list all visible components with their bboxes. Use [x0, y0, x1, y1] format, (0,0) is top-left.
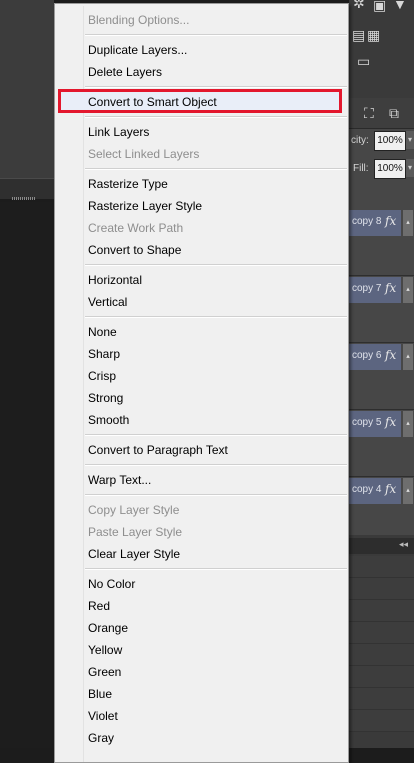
fx-icon[interactable]: fx [385, 348, 396, 362]
menu-item-duplicate-layers[interactable]: Duplicate Layers... [88, 39, 187, 61]
mask-icon[interactable]: ▭ [357, 54, 370, 68]
panel-row [349, 600, 414, 622]
layer-filter-bar: ⛶ ⧉ [349, 98, 414, 129]
layer-chip: copy 4 fx [349, 478, 401, 504]
menu-item-blending-options[interactable]: Blending Options... [88, 9, 189, 31]
opacity-field[interactable]: 100% [374, 131, 406, 151]
menu-item-blue[interactable]: Blue [88, 683, 112, 705]
menu-item-aa-strong[interactable]: Strong [88, 387, 123, 409]
levels-icon[interactable]: ▤ [352, 28, 365, 42]
menu-gutter [83, 6, 84, 762]
panel-header: ◂◂ [349, 538, 414, 554]
menu-item-clear-layer-style[interactable]: Clear Layer Style [88, 543, 180, 565]
triangle-down-icon[interactable]: ▼ [393, 0, 407, 11]
layer-row[interactable]: copy 7 fx ▴ [349, 277, 414, 343]
panel-row [349, 666, 414, 688]
artboard-icon[interactable]: ⧉ [389, 106, 399, 120]
panel-row [349, 622, 414, 644]
layer-row[interactable]: copy 5 fx ▴ [349, 411, 414, 477]
menu-item-create-work-path[interactable]: Create Work Path [88, 217, 183, 239]
menu-separator [85, 116, 347, 118]
panel-row [349, 710, 414, 732]
fill-label: Fill: [353, 163, 369, 174]
layer-chip: copy 7 fx [349, 277, 401, 303]
menu-item-rasterize-type[interactable]: Rasterize Type [88, 173, 168, 195]
layer-chip: copy 8 fx [349, 210, 401, 236]
menu-separator [85, 434, 347, 436]
fx-icon[interactable]: fx [385, 281, 396, 295]
opacity-label: city: [351, 135, 369, 146]
menu-item-paste-layer-style[interactable]: Paste Layer Style [88, 521, 182, 543]
menu-item-delete-layers[interactable]: Delete Layers [88, 61, 162, 83]
menu-item-red[interactable]: Red [88, 595, 110, 617]
layer-name: copy 6 [352, 350, 382, 361]
chevron-down-icon[interactable]: ▾ [406, 159, 414, 177]
menu-separator [85, 34, 347, 36]
menu-item-aa-sharp[interactable]: Sharp [88, 343, 120, 365]
menu-item-green[interactable]: Green [88, 661, 121, 683]
menu-item-convert-to-paragraph-text[interactable]: Convert to Paragraph Text [88, 439, 228, 461]
menu-item-aa-crisp[interactable]: Crisp [88, 365, 116, 387]
menu-item-convert-to-smart-object[interactable]: Convert to Smart Object [88, 91, 217, 113]
camera-icon[interactable]: ▣ [373, 0, 386, 12]
brightness-icon[interactable]: ✲ [353, 0, 365, 10]
menu-item-orange[interactable]: Orange [88, 617, 128, 639]
canvas-area [0, 202, 54, 748]
menu-item-violet[interactable]: Violet [88, 705, 118, 727]
grid-icon[interactable]: ▦ [367, 28, 380, 42]
menu-separator [85, 494, 347, 496]
layer-name: copy 8 [352, 216, 382, 227]
fx-icon[interactable]: fx [385, 214, 396, 228]
workspace-toolbar-area [0, 0, 54, 178]
menu-separator [85, 264, 347, 266]
menu-item-yellow[interactable]: Yellow [88, 639, 122, 661]
layer-name: copy 5 [352, 417, 382, 428]
menu-separator [85, 316, 347, 318]
menu-item-rasterize-layer-style[interactable]: Rasterize Layer Style [88, 195, 202, 217]
layer-name: copy 7 [352, 283, 382, 294]
expand-arrow-icon[interactable]: ▴ [403, 277, 413, 303]
menu-item-select-linked-layers[interactable]: Select Linked Layers [88, 143, 199, 165]
fill-field[interactable]: 100% [374, 159, 406, 179]
panel-row [349, 556, 414, 578]
fx-icon[interactable]: fx [385, 415, 396, 429]
transform-icon[interactable]: ⛶ [364, 106, 374, 120]
options-bar-area: ✲ ▣ ▼ ▤ ▦ ▭ [349, 0, 414, 98]
layer-row[interactable]: copy 6 fx ▴ [349, 344, 414, 410]
menu-item-link-layers[interactable]: Link Layers [88, 121, 149, 143]
menu-item-gray[interactable]: Gray [88, 727, 114, 749]
menu-separator [85, 568, 347, 570]
collapse-icon[interactable]: ◂◂ [399, 539, 408, 550]
expand-arrow-icon[interactable]: ▴ [403, 411, 413, 437]
fx-icon[interactable]: fx [385, 482, 396, 496]
layer-row[interactable]: copy 8 fx ▴ [349, 210, 414, 276]
menu-separator [85, 168, 347, 170]
layer-name: copy 4 [352, 484, 382, 495]
menu-separator [85, 464, 347, 466]
menu-item-vertical[interactable]: Vertical [88, 291, 127, 313]
layer-chip: copy 5 fx [349, 411, 401, 437]
expand-arrow-icon[interactable]: ▴ [403, 344, 413, 370]
menu-item-convert-to-shape[interactable]: Convert to Shape [88, 239, 181, 261]
layer-context-menu: Blending Options... Duplicate Layers... … [54, 3, 349, 763]
chevron-down-icon[interactable]: ▾ [406, 131, 414, 149]
menu-item-aa-smooth[interactable]: Smooth [88, 409, 129, 431]
menu-item-warp-text[interactable]: Warp Text... [88, 469, 151, 491]
document-tab-strip [0, 178, 54, 199]
expand-arrow-icon[interactable]: ▴ [403, 210, 413, 236]
panel-grip[interactable] [12, 197, 36, 200]
panel-row [349, 644, 414, 666]
menu-item-copy-layer-style[interactable]: Copy Layer Style [88, 499, 179, 521]
expand-arrow-icon[interactable]: ▴ [403, 478, 413, 504]
menu-item-aa-none[interactable]: None [88, 321, 117, 343]
menu-item-horizontal[interactable]: Horizontal [88, 269, 142, 291]
panel-row [349, 688, 414, 710]
menu-separator [85, 86, 347, 88]
layer-chip: copy 6 fx [349, 344, 401, 370]
menu-item-no-color[interactable]: No Color [88, 573, 135, 595]
panel-row [349, 578, 414, 600]
